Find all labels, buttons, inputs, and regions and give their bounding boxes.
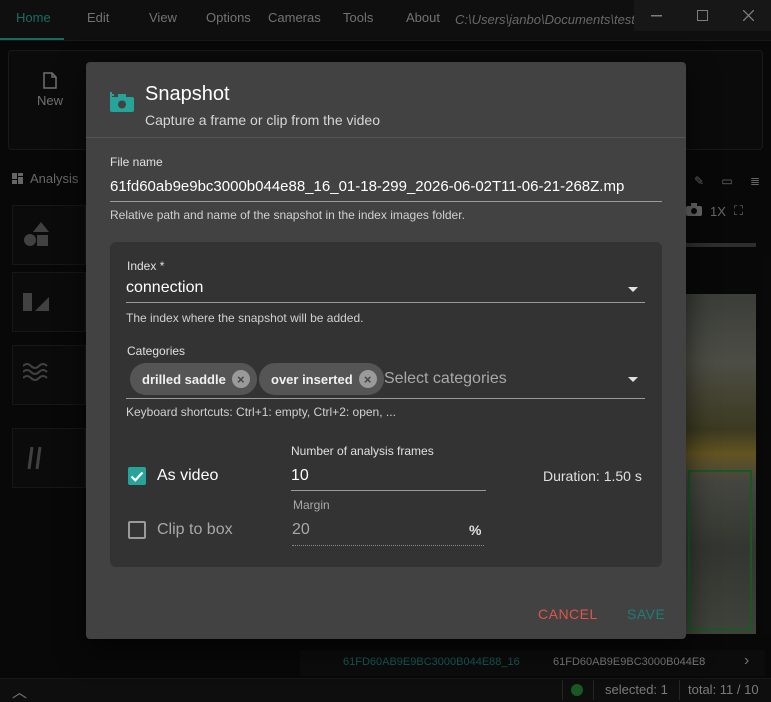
categories-help: Keyboard shortcuts: Ctrl+1: empty, Ctrl+… bbox=[126, 405, 396, 419]
chip-remove-icon[interactable]: × bbox=[358, 370, 377, 388]
duration-text: Duration: 1.50 s bbox=[543, 468, 642, 484]
dialog-header: Snapshot Capture a frame or clip from th… bbox=[86, 62, 686, 138]
chip-label: drilled saddle bbox=[142, 371, 226, 387]
frames-input[interactable]: 10 bbox=[291, 467, 309, 485]
margin-underline bbox=[292, 545, 484, 546]
categories-input[interactable]: Select categories bbox=[384, 370, 507, 388]
categories-label: Categories bbox=[127, 344, 186, 358]
save-button[interactable]: SAVE bbox=[627, 606, 665, 622]
index-label: Index * bbox=[127, 259, 165, 273]
index-select[interactable]: connection bbox=[126, 279, 203, 297]
index-caret-icon[interactable] bbox=[628, 287, 638, 292]
chip-remove-icon[interactable]: × bbox=[231, 370, 250, 388]
chip-label: over inserted bbox=[271, 371, 353, 387]
categories-caret-icon[interactable] bbox=[628, 377, 638, 382]
margin-unit: % bbox=[469, 522, 482, 538]
check-icon bbox=[130, 471, 144, 482]
file-name-input[interactable]: 61fd60ab9e9bc3000b044e88_16_01-18-299_20… bbox=[110, 178, 662, 195]
index-help: The index where the snapshot will be add… bbox=[126, 311, 364, 325]
category-chip: over inserted × bbox=[259, 363, 384, 395]
snapshot-dialog: Snapshot Capture a frame or clip from th… bbox=[86, 62, 686, 639]
file-name-help: Relative path and name of the snapshot i… bbox=[110, 208, 465, 222]
as-video-checkbox[interactable] bbox=[128, 467, 146, 485]
category-chip: drilled saddle × bbox=[130, 363, 257, 395]
clip-to-box-checkbox[interactable] bbox=[128, 521, 146, 539]
frames-underline bbox=[291, 490, 486, 491]
add-camera-icon bbox=[110, 92, 134, 112]
dialog-title: Snapshot bbox=[145, 83, 230, 105]
margin-input[interactable]: 20 bbox=[292, 521, 310, 539]
index-underline bbox=[126, 302, 645, 303]
margin-label: Margin bbox=[293, 498, 330, 512]
frames-label: Number of analysis frames bbox=[291, 444, 434, 458]
file-name-label: File name bbox=[110, 155, 163, 169]
file-name-underline bbox=[110, 201, 662, 202]
clip-to-box-label[interactable]: Clip to box bbox=[157, 521, 233, 539]
cancel-button[interactable]: CANCEL bbox=[538, 606, 598, 622]
dialog-subtitle: Capture a frame or clip from the video bbox=[145, 112, 380, 128]
categories-underline bbox=[126, 398, 645, 399]
as-video-label[interactable]: As video bbox=[157, 467, 218, 485]
